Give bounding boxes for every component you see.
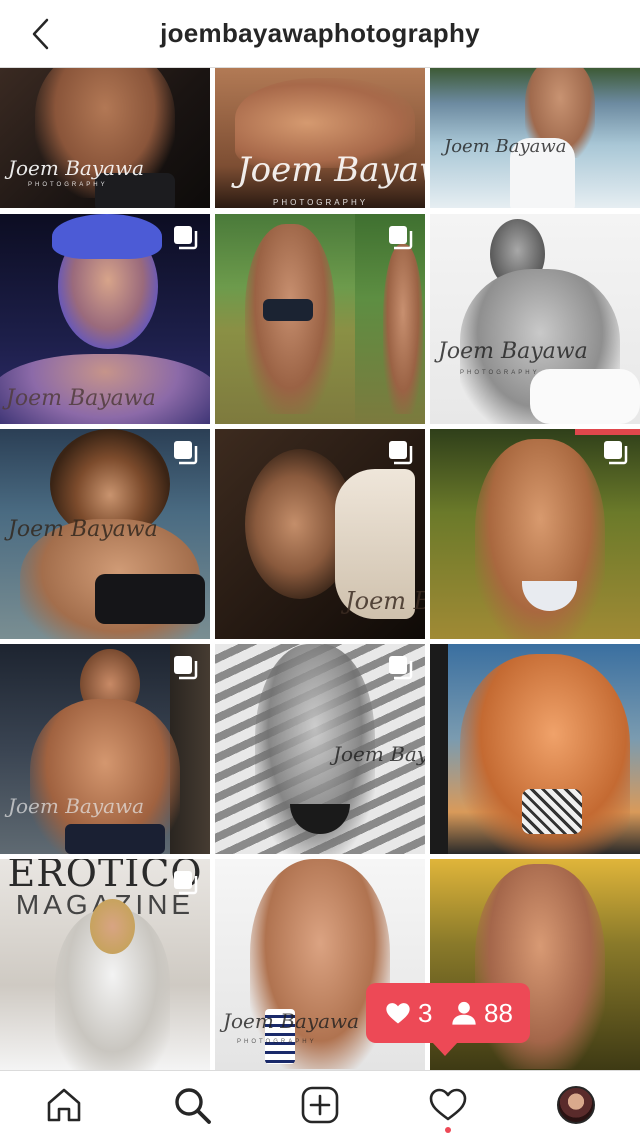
- multiple-photos-icon: [389, 441, 413, 465]
- post-tile-12[interactable]: [430, 644, 640, 854]
- post-tile-7[interactable]: Joem Bayawa: [0, 429, 210, 639]
- followers-notification: 88: [450, 997, 513, 1029]
- nav-home[interactable]: [44, 1085, 84, 1125]
- post-tile-6[interactable]: Joem Bayawa PHOTOGRAPHY: [430, 214, 640, 424]
- multiple-photos-icon: [389, 226, 413, 250]
- followers-count: 88: [484, 997, 513, 1028]
- nav-activity[interactable]: [428, 1085, 468, 1125]
- watermark-sub: PHOTOGRAPHY: [460, 370, 540, 376]
- post-tile-1[interactable]: Joem Bayawa PHOTOGRAPHY: [0, 68, 210, 208]
- post-tile-4[interactable]: Joem Bayawa: [0, 214, 210, 424]
- watermark-signature: Joem Bayawa: [8, 794, 145, 818]
- watermark-signature: Joem Bayawa: [6, 386, 156, 411]
- multiple-photos-icon: [604, 441, 628, 465]
- home-icon: [47, 1088, 81, 1122]
- search-icon: [175, 1088, 211, 1124]
- likes-notification: 3: [384, 997, 432, 1029]
- multiple-photos-icon: [174, 441, 198, 465]
- multiple-photos-icon: [174, 871, 198, 895]
- watermark-signature: Joem Bayawa: [438, 339, 588, 364]
- heart-filled-icon: [386, 1003, 410, 1024]
- watermark-signature: Joem Bayawa: [444, 136, 567, 157]
- post-tile-2[interactable]: Joem Bayawa PHOTOGRAPHY: [215, 68, 425, 208]
- watermark-sub: PHOTOGRAPHY: [28, 182, 108, 188]
- post-tile-11[interactable]: Joem Bayawa: [215, 644, 425, 854]
- watermark-signature: Joem Bayawa: [8, 517, 158, 542]
- watermark-signature: Joem Bayawa: [333, 742, 425, 766]
- page-title: joembayawaphotography: [160, 18, 480, 48]
- heart-icon: [429, 1088, 467, 1121]
- add-post-icon: [301, 1086, 339, 1124]
- post-tile-9[interactable]: [430, 429, 640, 639]
- multiple-photos-icon: [389, 656, 413, 680]
- person-icon: [452, 1001, 476, 1025]
- watermark-signature: Joem Bayawa: [345, 587, 425, 615]
- watermark-sub: PHOTOGRAPHY: [273, 198, 369, 207]
- profile-avatar[interactable]: [557, 1086, 595, 1124]
- likes-count: 3: [418, 997, 433, 1028]
- watermark-signature: Joem Bayawa: [223, 1009, 360, 1033]
- multiple-photos-icon: [174, 226, 198, 250]
- watermark-signature: Joem Bayawa: [237, 150, 425, 190]
- activity-notification-bubble[interactable]: 3 88: [366, 983, 530, 1056]
- post-tile-8[interactable]: Joem Bayawa: [215, 429, 425, 639]
- watermark-sub: PHOTOGRAPHY: [237, 1039, 317, 1045]
- photo-grid: Joem Bayawa PHOTOGRAPHY Joem Bayawa PHOT…: [0, 68, 640, 1070]
- bottom-nav: [0, 1070, 640, 1138]
- top-bar: joembayawaphotography: [0, 0, 640, 68]
- nav-new-post[interactable]: [300, 1085, 340, 1125]
- post-tile-5[interactable]: [215, 214, 425, 424]
- nav-search[interactable]: [172, 1085, 212, 1125]
- multiple-photos-icon: [174, 656, 198, 680]
- post-tile-13[interactable]: EROTICO MAGAZINE: [0, 859, 210, 1070]
- watermark-signature: Joem Bayawa: [8, 156, 145, 180]
- activity-indicator-dot: [445, 1127, 451, 1133]
- post-tile-3[interactable]: Joem Bayawa: [430, 68, 640, 208]
- post-tile-10[interactable]: Joem Bayawa: [0, 644, 210, 854]
